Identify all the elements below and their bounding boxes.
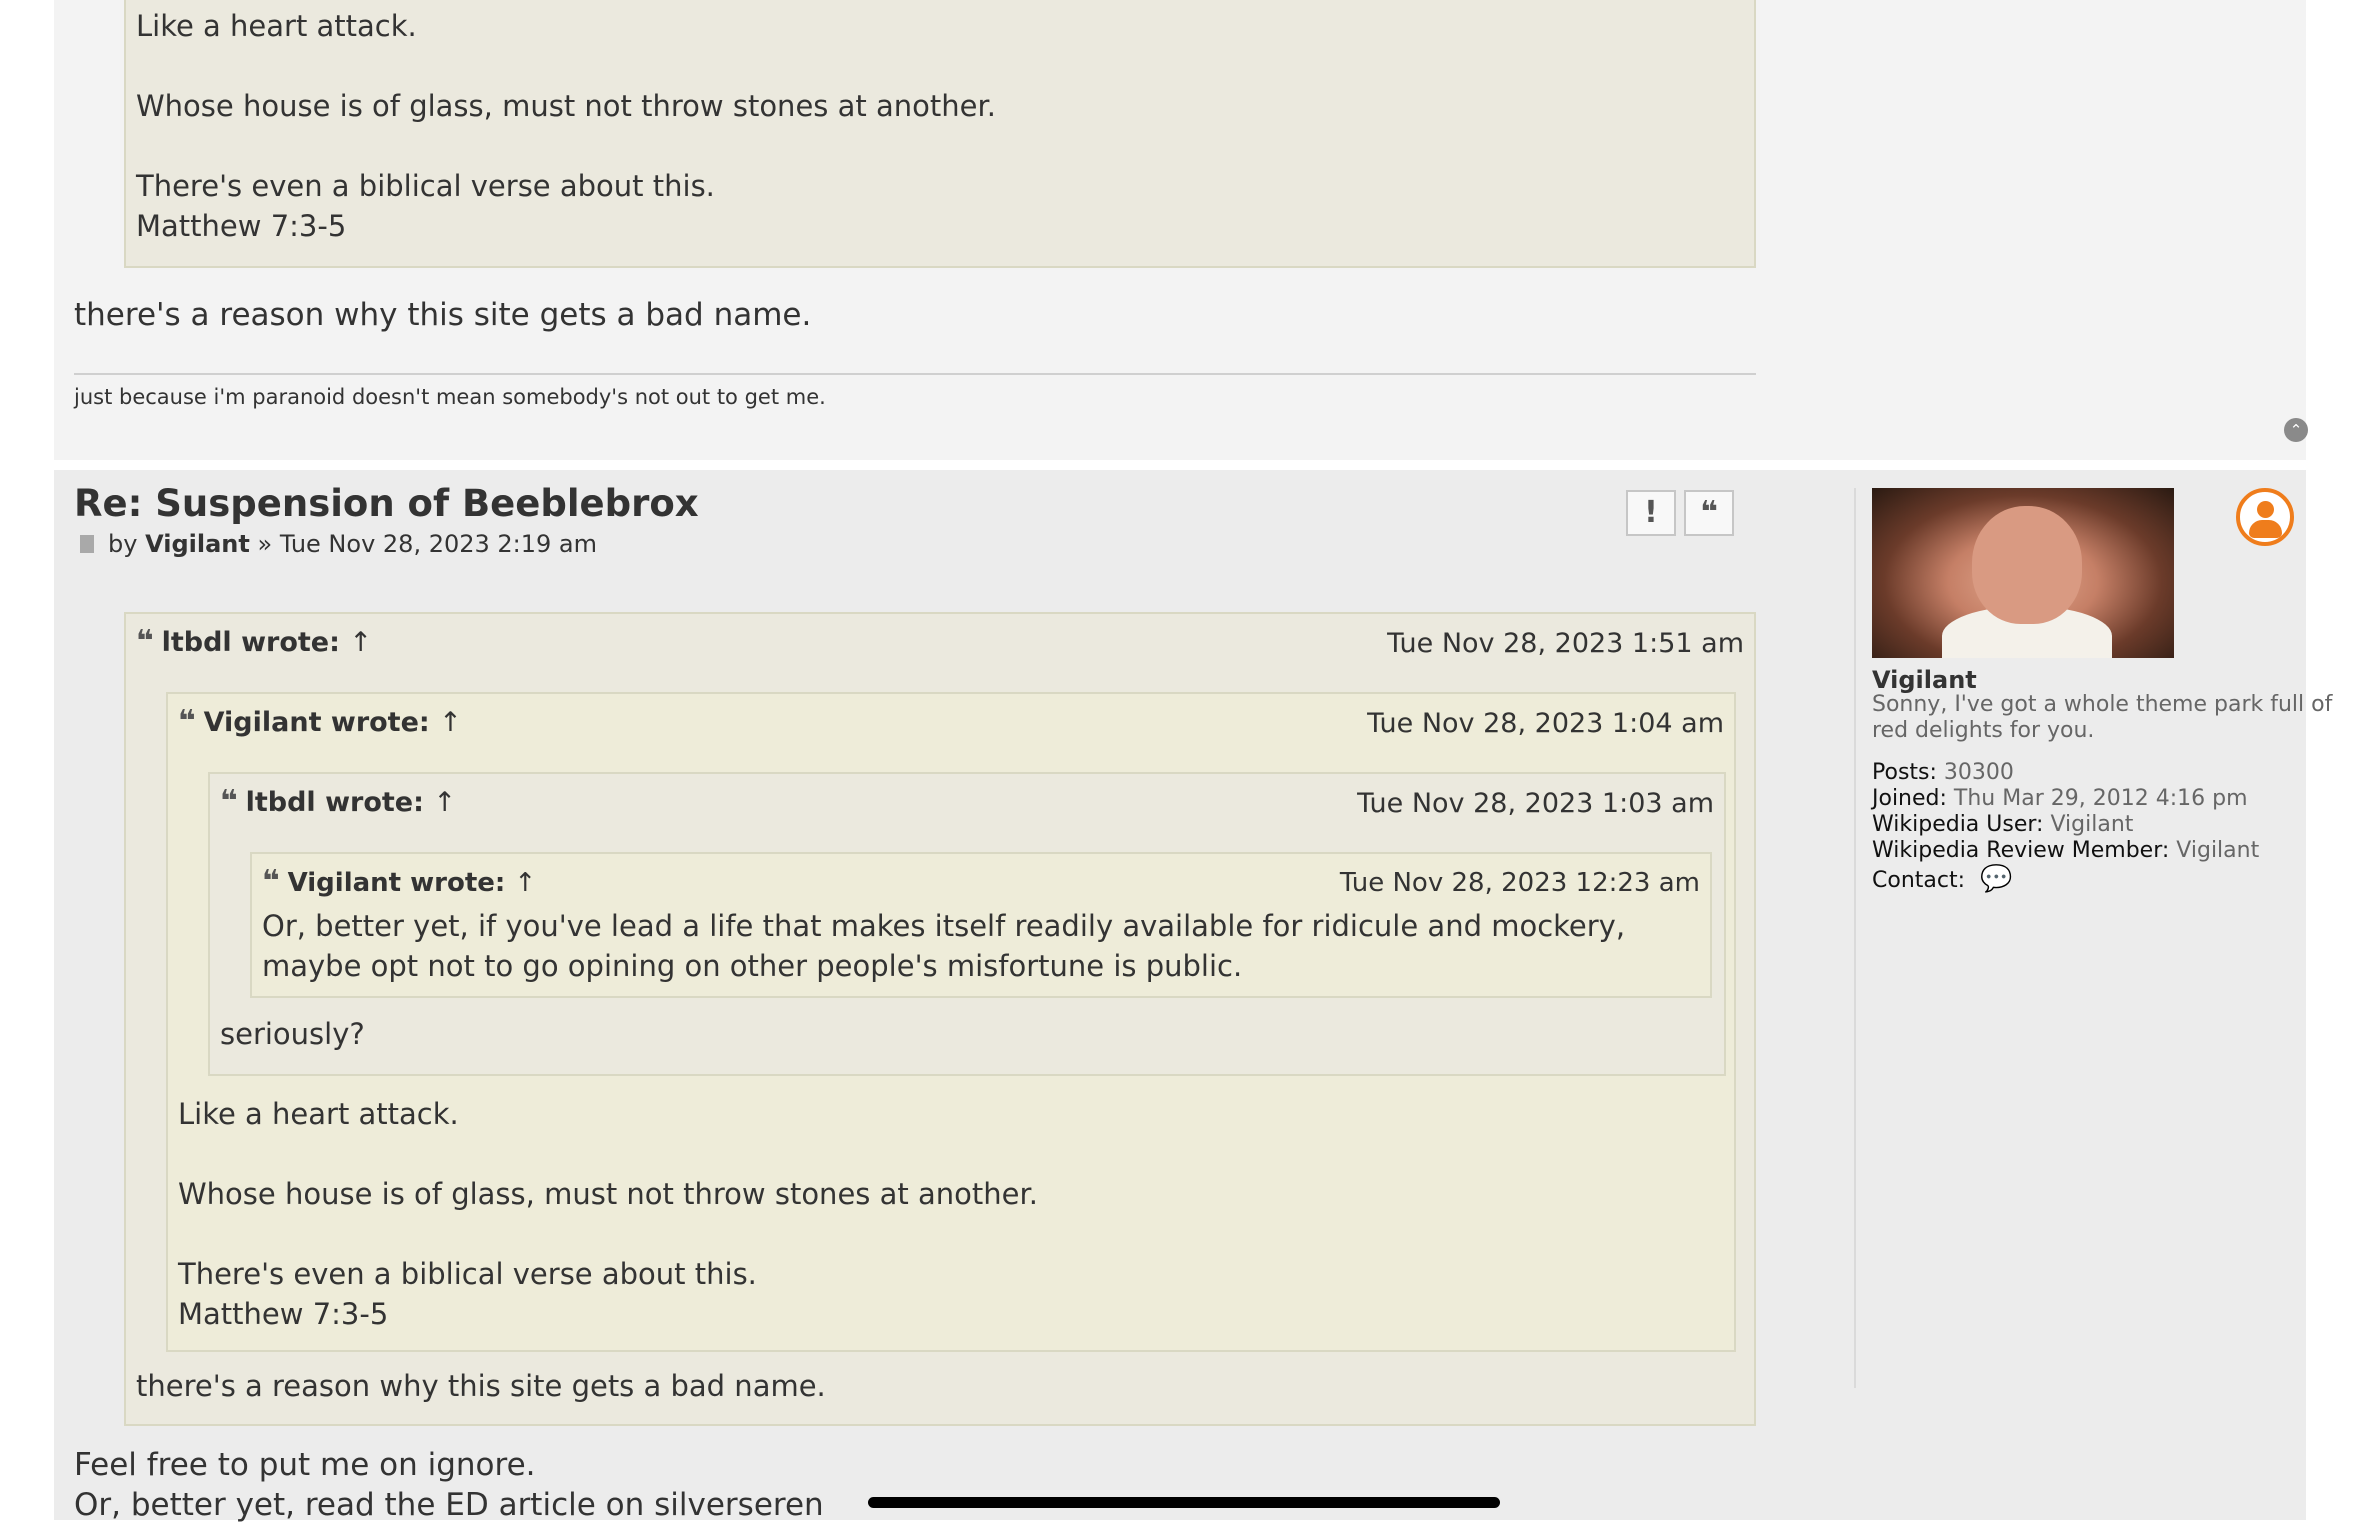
quote-header: ❝ Vigilant wrote: ↑ <box>262 864 536 899</box>
posts-count[interactable]: 30300 <box>1944 760 2014 785</box>
quote-icon: ❝ <box>136 624 154 659</box>
signature: just because i'm paranoid doesn't mean s… <box>74 385 826 409</box>
quote-icon: ❝ <box>220 784 238 819</box>
profile-divider <box>1854 488 1856 1388</box>
quote-block: ❝ ltbdl wrote: ↑ Tue Nov 28, 2023 1:51 am… <box>124 612 1756 1426</box>
quote-block: ❝ Vigilant wrote: ↑ Tue Nov 28, 2023 12:2… <box>250 852 1712 998</box>
home-indicator[interactable] <box>868 1497 1500 1508</box>
avatar[interactable] <box>1872 488 2174 658</box>
quote-text: seriously? <box>220 1017 365 1051</box>
quote-block: ❝ Vigilant wrote: ↑ Tue Nov 28, 2023 1:04… <box>166 692 1736 1352</box>
quote-time: Tue Nov 28, 2023 1:51 am <box>1387 628 1744 659</box>
quote-button[interactable]: ❝ <box>1684 490 1734 536</box>
by-label: by <box>108 530 138 558</box>
quote-time: Tue Nov 28, 2023 1:03 am <box>1357 788 1714 819</box>
previous-post: Like a heart attack. Whose house is of g… <box>54 0 2308 460</box>
quote-line: Like a heart attack. <box>178 1097 459 1131</box>
profile-wikipedia-user: Wikipedia User: Vigilant <box>1872 812 2134 837</box>
report-button[interactable]: ! <box>1626 490 1676 536</box>
post-icon[interactable] <box>80 535 94 553</box>
post-meta: by Vigilant » Tue Nov 28, 2023 2:19 am <box>74 530 597 558</box>
post: Re: Suspension of Beeblebrox by Vigilant… <box>54 470 2332 1523</box>
post-body-line: Or, better yet, read the ED article on s… <box>74 1487 824 1523</box>
post-title[interactable]: Re: Suspension of Beeblebrox <box>74 482 699 525</box>
profile-posts: Posts: 30300 <box>1872 760 2014 785</box>
quote-header: ❝ ltbdl wrote: ↑ <box>136 624 372 659</box>
profile-joined: Joined: Thu Mar 29, 2012 4:16 pm <box>1872 786 2248 811</box>
signature-divider <box>74 373 1756 375</box>
quote-line: Like a heart attack. <box>136 9 417 43</box>
contact-chat-icon[interactable]: 💬 <box>1980 864 2012 894</box>
quote-line: Whose house is of glass, must not throw … <box>136 89 996 123</box>
quote-author[interactable]: Vigilant wrote: <box>288 868 506 898</box>
back-to-top-icon[interactable]: ⌃ <box>2284 418 2308 442</box>
jump-to-post-arrow[interactable]: ↑ <box>514 868 536 898</box>
online-status-icon <box>2236 488 2294 546</box>
quote-line: Matthew 7:3-5 <box>178 1297 389 1331</box>
quote-author[interactable]: ltbdl wrote: <box>162 627 340 658</box>
quote-header: ❝ Vigilant wrote: ↑ <box>178 704 462 739</box>
quote-line: Matthew 7:3-5 <box>136 209 347 243</box>
profile-rank: Sonny, I've got a whole theme park full … <box>1872 692 2333 743</box>
quote-author[interactable]: ltbdl wrote: <box>246 787 424 818</box>
quote-icon: ❝ <box>178 704 196 739</box>
post-author[interactable]: Vigilant <box>145 530 250 558</box>
quote-time: Tue Nov 28, 2023 12:23 am <box>1339 868 1700 898</box>
quote-text: there's a reason why this site gets a ba… <box>136 1369 826 1403</box>
quote-text: Or, better yet, if you've lead a life th… <box>262 909 1626 983</box>
quote-line: There's even a biblical verse about this… <box>136 169 715 203</box>
profile-username[interactable]: Vigilant <box>1872 666 1977 694</box>
quote-time: Tue Nov 28, 2023 1:04 am <box>1367 708 1724 739</box>
post-date: Tue Nov 28, 2023 2:19 am <box>279 530 598 558</box>
quote-line: There's even a biblical verse about this… <box>178 1257 757 1291</box>
quote-author[interactable]: Vigilant wrote: <box>204 707 430 738</box>
jump-to-post-arrow[interactable]: ↑ <box>433 787 456 818</box>
post-body-line: Feel free to put me on ignore. <box>74 1447 536 1483</box>
quote-icon: ❝ <box>262 864 280 899</box>
jump-to-post-arrow[interactable]: ↑ <box>439 707 462 738</box>
quote-line: Whose house is of glass, must not throw … <box>178 1177 1038 1211</box>
quote-header: ❝ ltbdl wrote: ↑ <box>220 784 456 819</box>
post-body: there's a reason why this site gets a ba… <box>74 297 812 333</box>
profile-wr-member: Wikipedia Review Member: Vigilant <box>1872 838 2260 863</box>
meta-separator: » <box>257 530 273 558</box>
quote-block: Like a heart attack. Whose house is of g… <box>124 0 1756 268</box>
quote-block: ❝ ltbdl wrote: ↑ Tue Nov 28, 2023 1:03 am… <box>208 772 1726 1076</box>
jump-to-post-arrow[interactable]: ↑ <box>349 627 372 658</box>
profile-contact: Contact: 💬 <box>1872 864 2013 894</box>
